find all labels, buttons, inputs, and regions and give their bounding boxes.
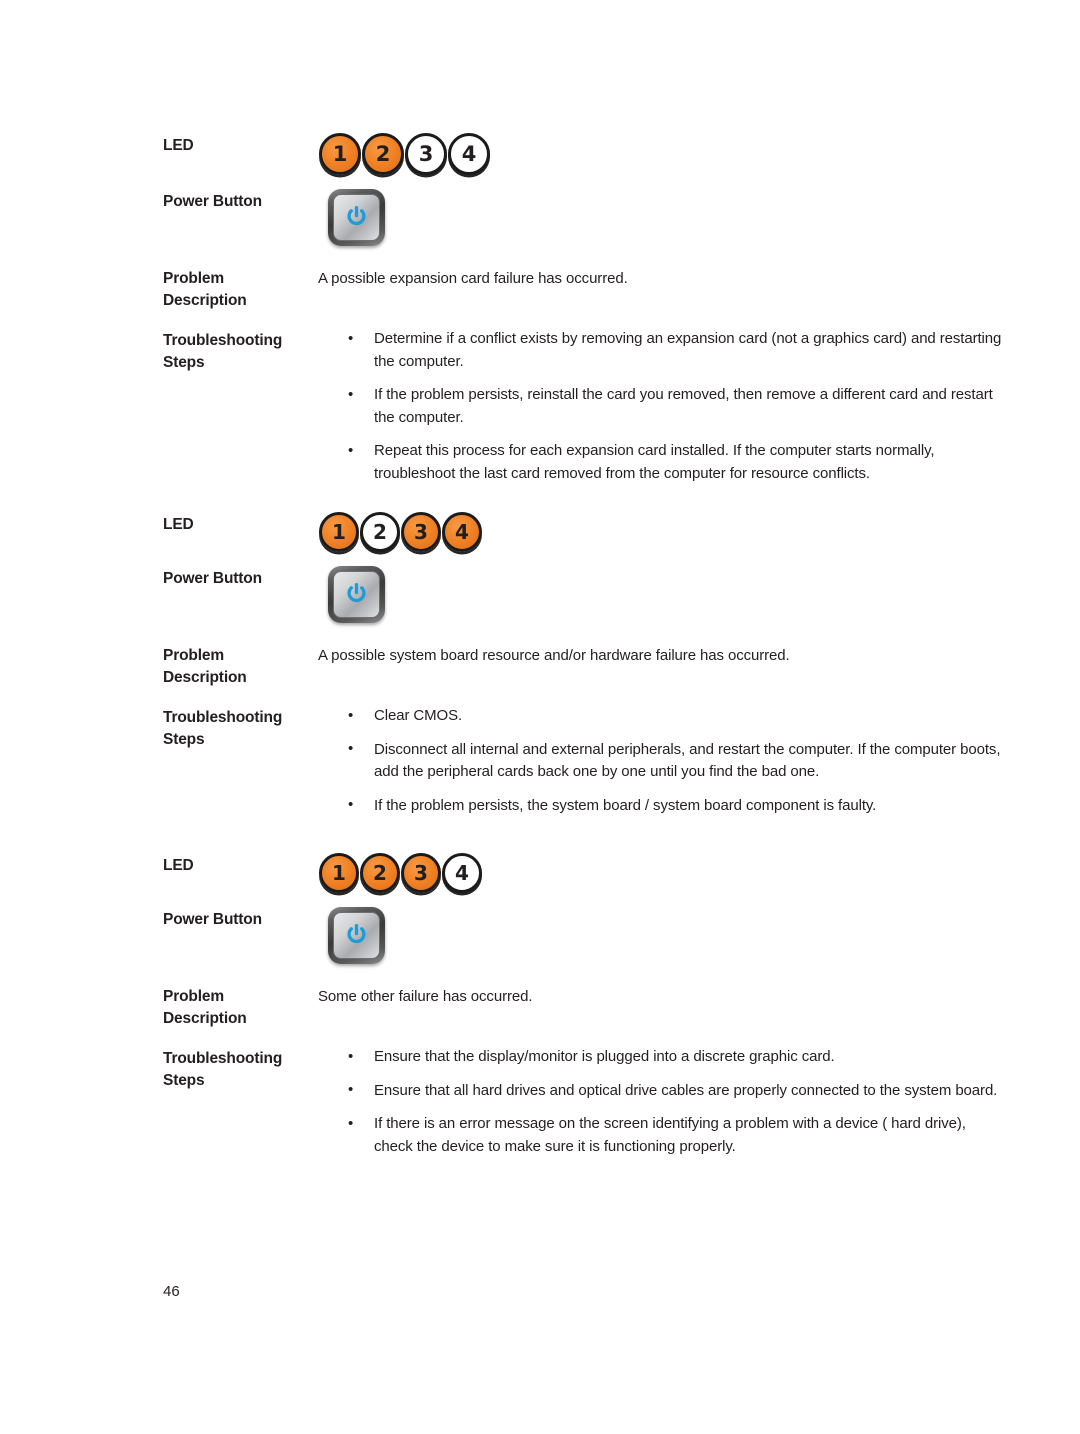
led-indicator-strip: 1 2 3 4 [318,512,1003,552]
problem-description-label: Problem Description [163,270,247,309]
led-label: LED [163,857,194,874]
troubleshooting-steps-label: Troubleshooting Steps [163,332,283,371]
led-number: 1 [332,520,346,544]
led-indicator-off-icon: 3 [405,133,447,175]
list-item: If there is an error message on the scre… [348,1113,1003,1158]
led-indicator-on-icon: 3 [401,512,441,552]
problem-description-label: Problem Description [163,988,247,1027]
led-number: 4 [455,520,469,544]
led-indicator-off-icon: 4 [448,133,490,175]
list-item: Ensure that all hard drives and optical … [348,1079,1003,1103]
power-button-illustration [328,566,385,623]
power-symbol-icon [347,583,366,603]
list-item: Ensure that the display/monitor is plugg… [348,1046,1003,1069]
troubleshooting-steps-list: Clear CMOS. Disconnect all internal and … [318,705,1003,817]
list-item: Disconnect all internal and external per… [348,738,1003,784]
troubleshooting-steps-label: Troubleshooting Steps [163,709,283,748]
power-button-label: Power Button [163,193,262,210]
page-number: 46 [163,1283,180,1300]
problem-description-text: A possible system board resource and/or … [318,647,790,664]
led-label: LED [163,516,194,533]
troubleshooting-steps-list: Ensure that the display/monitor is plugg… [318,1046,1003,1158]
led-number: 2 [373,520,387,544]
list-item: Repeat this process for each expansion c… [348,440,1003,485]
led-number: 3 [418,141,434,166]
led-indicator-on-icon: 1 [319,512,359,552]
led-indicator-strip: 1 2 3 4 [318,133,1003,175]
led-indicator-on-icon: 1 [319,133,361,175]
led-indicator-off-icon: 2 [360,512,400,552]
led-number: 1 [332,861,346,885]
power-button-row: Power Button [163,189,1003,246]
list-item: Clear CMOS. [348,705,1003,728]
troubleshooting-steps-list: Determine if a conflict exists by removi… [318,328,1003,485]
troubleshooting-steps-label: Troubleshooting Steps [163,1050,283,1089]
troubleshooting-steps-row: Troubleshooting Steps Ensure that the di… [163,1046,1003,1158]
led-indicator-off-icon: 4 [442,853,482,893]
power-button-illustration [328,189,385,246]
diagnostic-block: LED 1 2 3 4 Power Button Problem Descrip… [163,853,1003,1158]
led-number: 3 [414,861,428,885]
document-page: LED 1 2 3 4 Power Button Problem Descrip… [0,0,1080,1434]
led-number: 2 [375,141,391,166]
problem-description-row: Problem Description A possible system bo… [163,643,1003,689]
power-button-row: Power Button [163,907,1003,964]
led-label: LED [163,137,194,154]
troubleshooting-steps-row: Troubleshooting Steps Clear CMOS. Discon… [163,705,1003,817]
problem-description-text: A possible expansion card failure has oc… [318,270,628,287]
led-number: 4 [455,861,469,885]
list-item: If the problem persists, the system boar… [348,794,1003,818]
power-button-row: Power Button [163,566,1003,623]
led-number: 1 [332,141,348,166]
diagnostic-block: LED 1 2 3 4 Power Button Problem Descrip… [163,133,1003,485]
led-indicator-on-icon: 2 [362,133,404,175]
led-indicator-on-icon: 1 [319,853,359,893]
troubleshooting-steps-row: Troubleshooting Steps Determine if a con… [163,328,1003,485]
problem-description-label: Problem Description [163,647,247,686]
led-number: 3 [414,520,428,544]
led-row: LED 1 2 3 4 [163,853,1003,893]
problem-description-row: Problem Description Some other failure h… [163,984,1003,1030]
led-indicator-on-icon: 2 [360,853,400,893]
led-indicator-on-icon: 3 [401,853,441,893]
problem-description-row: Problem Description A possible expansion… [163,266,1003,312]
led-indicator-strip: 1 2 3 4 [318,853,1003,893]
power-button-illustration [328,907,385,964]
power-symbol-icon [347,924,366,944]
diagnostic-block: LED 1 2 3 4 Power Button Problem Descrip… [163,512,1003,817]
led-number: 2 [373,861,387,885]
led-row: LED 1 2 3 4 [163,512,1003,552]
led-number: 4 [461,141,477,166]
power-symbol-icon [347,206,366,226]
led-indicator-on-icon: 4 [442,512,482,552]
led-row: LED 1 2 3 4 [163,133,1003,175]
power-button-label: Power Button [163,570,262,587]
power-button-label: Power Button [163,911,262,928]
problem-description-text: Some other failure has occurred. [318,988,533,1005]
list-item: If the problem persists, reinstall the c… [348,384,1003,429]
list-item: Determine if a conflict exists by removi… [348,328,1003,373]
